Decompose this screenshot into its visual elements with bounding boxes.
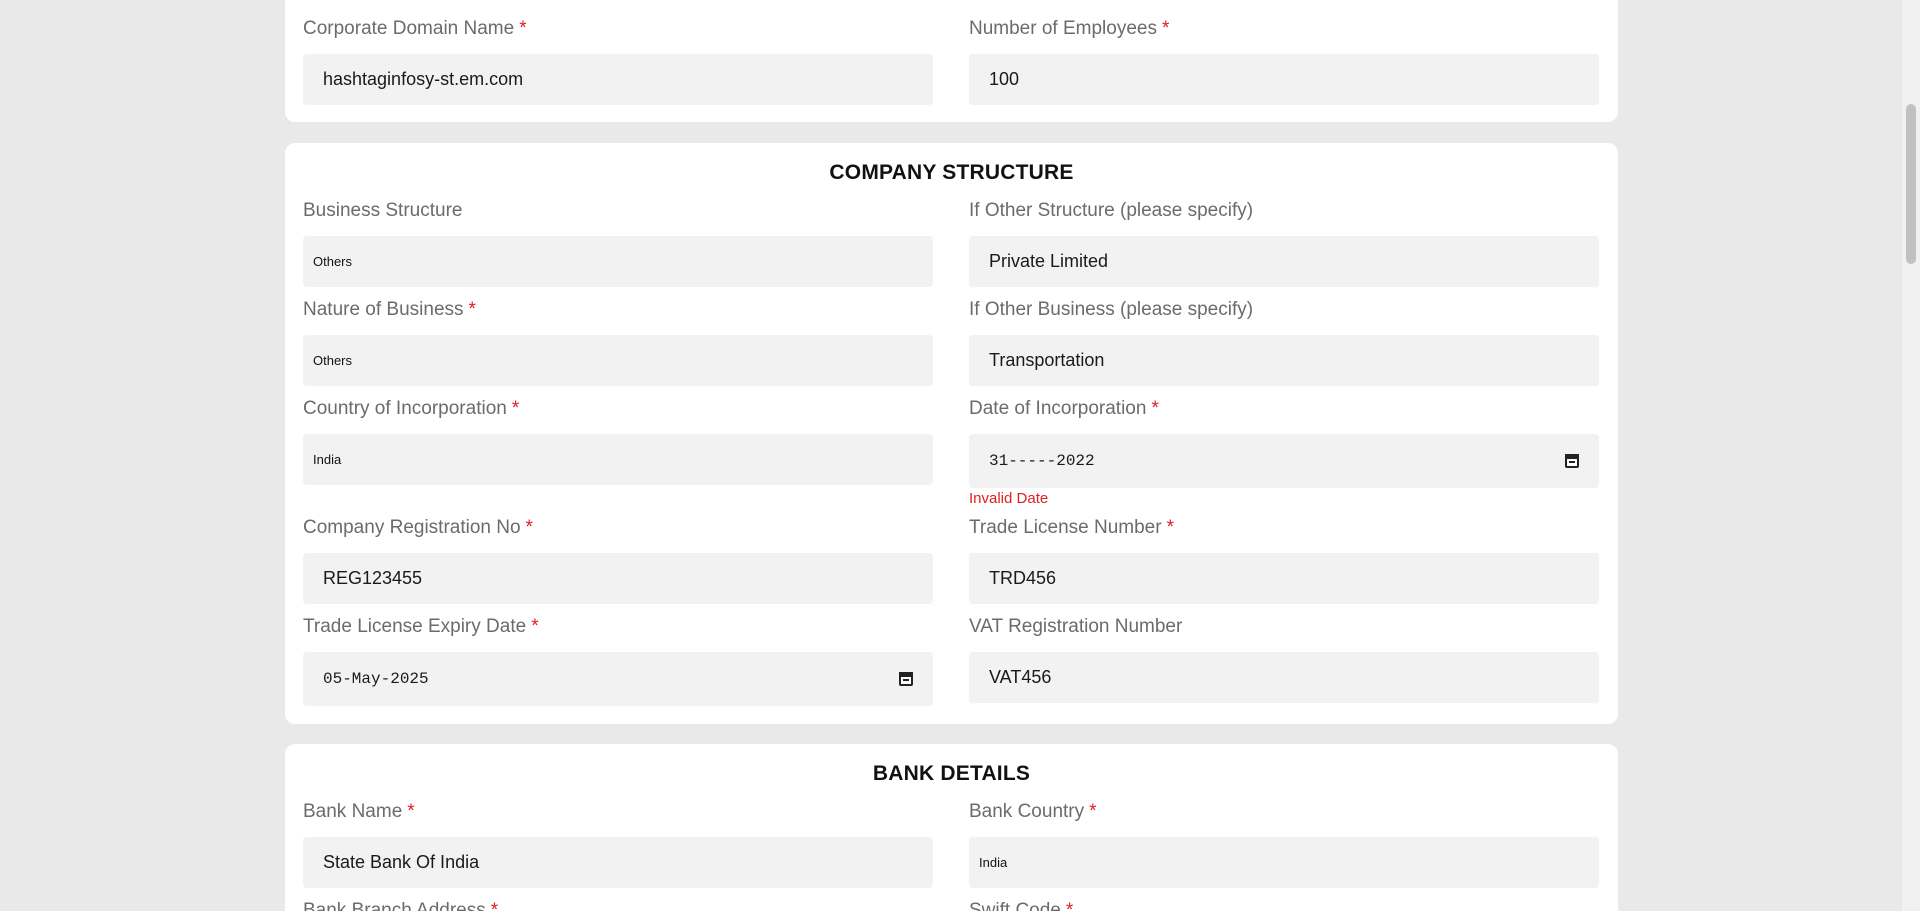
vat-registration-input[interactable]: VAT456 bbox=[969, 652, 1599, 703]
company-structure-title: COMPANY STRUCTURE bbox=[829, 161, 1074, 184]
calendar-icon[interactable] bbox=[1565, 454, 1579, 468]
required-asterisk: * bbox=[1089, 801, 1097, 822]
required-asterisk: * bbox=[490, 900, 499, 911]
nature-of-business-field: Nature of Business * Others bbox=[303, 298, 933, 386]
business-structure-field: Business Structure Others bbox=[303, 199, 933, 287]
company-info-card: Corporate Domain Name * hashtaginfosy-st.… bbox=[285, 0, 1618, 122]
bank-country-select[interactable]: India bbox=[969, 837, 1599, 888]
scrollbar-thumb[interactable] bbox=[1906, 104, 1916, 264]
bank-name-field: Bank Name * State Bank Of India bbox=[303, 800, 933, 888]
swift-code-label: Swift Code * bbox=[969, 899, 1599, 911]
bank-country-field: Bank Country * India bbox=[969, 800, 1599, 888]
trade-license-number-label: Trade License Number * bbox=[969, 517, 1174, 538]
bank-name-input[interactable]: State Bank Of India bbox=[303, 837, 933, 888]
other-business-input[interactable]: Transportation bbox=[969, 335, 1599, 386]
trade-license-number-field: Trade License Number * TRD456 bbox=[969, 516, 1599, 604]
other-structure-input[interactable]: Private Limited bbox=[969, 236, 1599, 287]
bank-details-card: BANK DETAILS Bank Name * State Bank Of In… bbox=[285, 744, 1618, 911]
vat-registration-field: VAT Registration Number VAT456 bbox=[969, 615, 1599, 703]
other-structure-field: If Other Structure (please specify) Priv… bbox=[969, 199, 1599, 287]
swift-code-field: Swift Code * bbox=[969, 899, 1599, 911]
required-asterisk: * bbox=[407, 801, 415, 822]
date-of-incorporation-input[interactable]: 31-----2022 bbox=[969, 434, 1599, 488]
company-registration-input[interactable]: REG123455 bbox=[303, 553, 933, 604]
bank-branch-address-label: Bank Branch Address * bbox=[303, 899, 933, 911]
company-structure-card: COMPANY STRUCTURE Business Structure Oth… bbox=[285, 143, 1618, 724]
corporate-domain-input[interactable]: hashtaginfosy-st.em.com bbox=[303, 54, 933, 105]
date-of-incorporation-field: Date of Incorporation * 31-----2022 Inval… bbox=[969, 397, 1599, 507]
trade-license-expiry-input[interactable]: 05-May-2025 bbox=[303, 652, 933, 706]
required-asterisk: * bbox=[1166, 517, 1174, 538]
calendar-icon[interactable] bbox=[899, 672, 913, 686]
country-of-incorporation-select[interactable]: India bbox=[303, 434, 933, 485]
vat-registration-label: VAT Registration Number bbox=[969, 616, 1183, 637]
vertical-scrollbar[interactable] bbox=[1902, 0, 1920, 911]
employees-field: Number of Employees * 100 bbox=[969, 17, 1599, 105]
bank-name-label: Bank Name * bbox=[303, 801, 415, 822]
date-of-incorporation-label: Date of Incorporation * bbox=[969, 398, 1159, 419]
required-asterisk: * bbox=[468, 299, 476, 320]
business-structure-select[interactable]: Others bbox=[303, 236, 933, 287]
corporate-domain-label: Corporate Domain Name * bbox=[303, 18, 527, 39]
bank-details-title: BANK DETAILS bbox=[872, 762, 1031, 785]
other-structure-label: If Other Structure (please specify) bbox=[969, 200, 1254, 221]
company-registration-label: Company Registration No * bbox=[303, 517, 533, 538]
employees-label: Number of Employees * bbox=[969, 18, 1170, 39]
required-asterisk: * bbox=[1151, 398, 1159, 419]
bank-country-label: Bank Country * bbox=[969, 801, 1097, 822]
trade-license-number-input[interactable]: TRD456 bbox=[969, 553, 1599, 604]
country-of-incorporation-label: Country of Incorporation * bbox=[303, 398, 520, 419]
corporate-domain-field: Corporate Domain Name * hashtaginfosy-st.… bbox=[303, 17, 933, 105]
required-asterisk: * bbox=[519, 18, 527, 39]
required-asterisk: * bbox=[531, 616, 539, 637]
required-asterisk: * bbox=[1161, 18, 1170, 39]
bank-branch-address-field: Bank Branch Address * bbox=[303, 899, 933, 911]
trade-license-expiry-label: Trade License Expiry Date * bbox=[303, 616, 539, 637]
required-asterisk: * bbox=[1065, 900, 1074, 911]
employees-input[interactable]: 100 bbox=[969, 54, 1599, 105]
nature-of-business-label: Nature of Business * bbox=[303, 299, 476, 320]
form-scroll-area: Corporate Domain Name * hashtaginfosy-st.… bbox=[0, 0, 1902, 911]
other-business-label: If Other Business (please specify) bbox=[969, 299, 1254, 320]
business-structure-label: Business Structure bbox=[303, 200, 463, 221]
other-business-field: If Other Business (please specify) Trans… bbox=[969, 298, 1599, 386]
date-error-message: Invalid Date bbox=[969, 490, 1049, 507]
trade-license-expiry-field: Trade License Expiry Date * 05-May-2025 bbox=[303, 615, 933, 706]
country-of-incorporation-field: Country of Incorporation * India bbox=[303, 397, 933, 485]
required-asterisk: * bbox=[525, 517, 533, 538]
required-asterisk: * bbox=[511, 398, 520, 419]
company-registration-field: Company Registration No * REG123455 bbox=[303, 516, 933, 604]
nature-of-business-select[interactable]: Others bbox=[303, 335, 933, 386]
